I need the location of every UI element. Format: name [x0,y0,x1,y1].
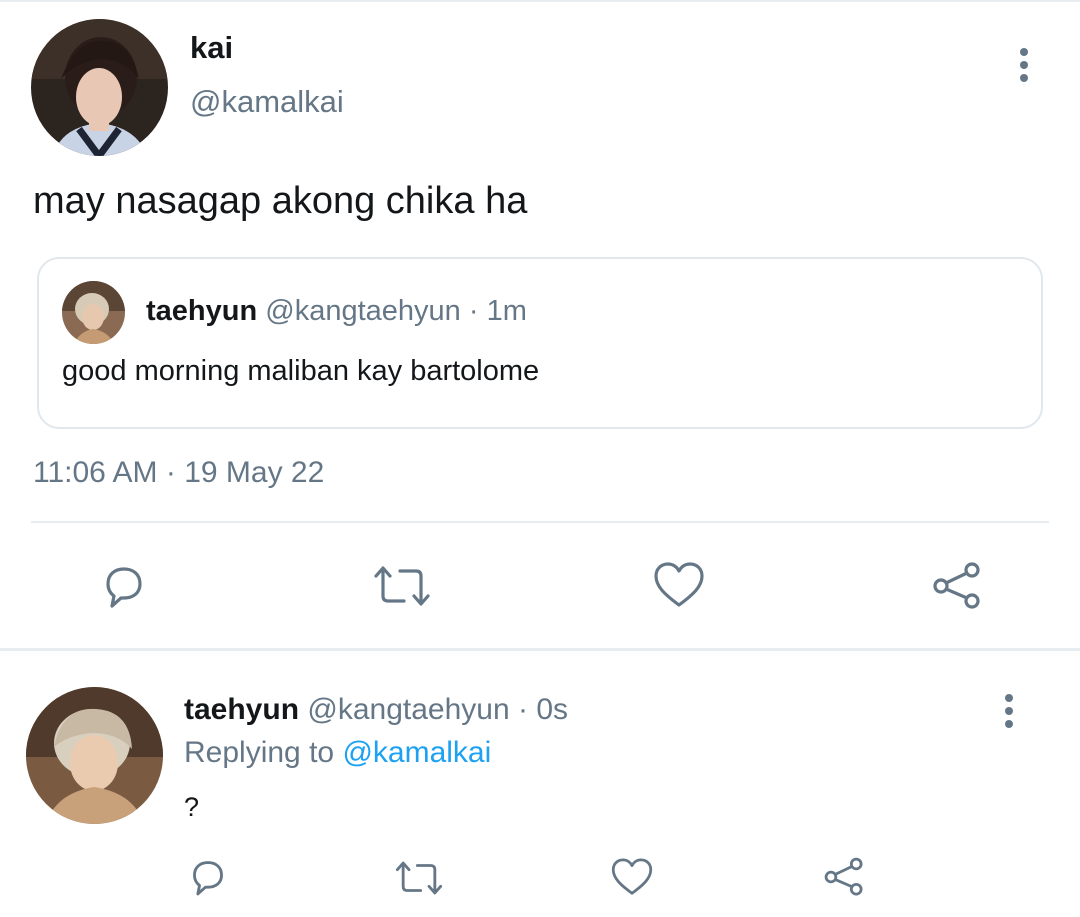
tweet-date: 19 May 22 [184,456,325,489]
like-icon[interactable] [652,560,706,610]
quoted-tweet-text: good morning maliban kay bartolome [62,355,540,387]
replying-to-prefix: Replying to [184,736,335,769]
retweet-icon[interactable] [394,856,444,900]
reply-separator: · [517,693,528,726]
quoted-tweet-card[interactable]: taehyun @kangtaehyun · 1m good morning m… [37,257,1043,429]
quoted-author-handle: @kangtaehyun [265,295,461,327]
reply-author-avatar[interactable] [26,687,163,824]
quoted-separator: · [468,295,479,327]
top-divider [0,0,1080,2]
timestamp-separator: · [165,456,176,489]
more-options-icon[interactable] [1003,694,1015,728]
reply-icon[interactable] [98,560,150,612]
tweet-text: may nasagap akong chika ha [33,180,528,222]
author-handle[interactable]: @kamalkai [190,84,344,120]
replying-to-line: Replying to @kamalkai [184,736,491,770]
reply-age: 0s [536,693,569,726]
divider [31,521,1049,523]
like-icon[interactable] [610,856,654,898]
quoted-tweet-header: taehyun @kangtaehyun · 1m [146,295,527,328]
share-icon[interactable] [822,855,866,899]
tweet-time: 11:06 AM [33,456,158,489]
author-name[interactable]: kai [190,30,233,66]
quoted-age: 1m [486,295,527,327]
reply-author-name[interactable]: taehyun [184,693,299,726]
tweet-timestamp[interactable]: 11:06 AM · 19 May 22 [33,456,324,490]
share-icon[interactable] [930,560,984,612]
reply-header: taehyun @kangtaehyun · 0s [184,693,568,727]
section-divider [0,648,1080,651]
reply-author-handle[interactable]: @kangtaehyun [307,693,509,726]
reply-icon[interactable] [186,855,230,899]
retweet-icon[interactable] [372,560,432,612]
more-options-icon[interactable] [1018,48,1030,82]
quoted-author-avatar [62,281,125,344]
replying-to-link[interactable]: @kamalkai [342,736,491,769]
quoted-author-name: taehyun [146,295,258,327]
kai-avatar[interactable] [31,19,168,156]
reply-text: ? [184,792,200,822]
